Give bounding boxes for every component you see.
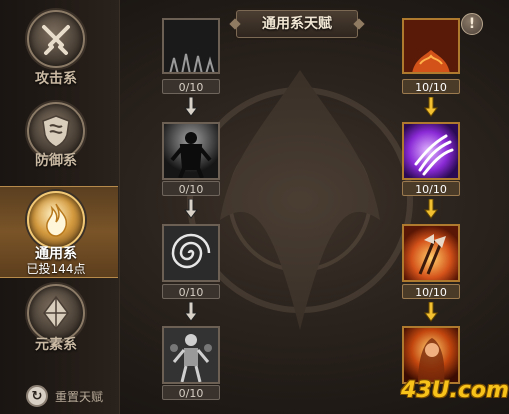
- talent-node-left-1[interactable]: [162, 18, 220, 74]
- talent-points-left-2: 0/10: [162, 181, 220, 196]
- category-label: 元素系: [35, 337, 77, 353]
- site-watermark: 43U.com: [401, 378, 509, 403]
- title-banner: 通用系天赋: [236, 10, 358, 38]
- category-label: 攻击系: [35, 71, 77, 87]
- talent-points-left-4: 0/10: [162, 385, 220, 400]
- background-ornament: [187, 70, 413, 330]
- arrow-down-icon: [184, 97, 198, 117]
- reset-label: 重置天赋: [55, 389, 104, 404]
- arrow-down-icon: [184, 302, 198, 322]
- talent-points-right-3: 10/10: [402, 284, 460, 299]
- talent-node-right-4[interactable]: [402, 326, 460, 384]
- talent-node-left-4[interactable]: [162, 326, 220, 384]
- purple-claw-icon: [404, 124, 458, 178]
- arrow-down-icon: [424, 199, 438, 219]
- talent-node-right-2[interactable]: [402, 122, 460, 180]
- reset-talents-button[interactable]: ↻ 重置天赋: [26, 384, 103, 408]
- talent-category-sidebar: 攻击系 防御系 通用系 已投144点 元素系 ↻ 重置天赋: [0, 0, 120, 414]
- talent-node-left-3[interactable]: [162, 224, 220, 282]
- talent-node-right-3[interactable]: [402, 224, 460, 282]
- talent-points-left-3: 0/10: [162, 284, 220, 299]
- talent-points-right-1: 10/10: [402, 79, 460, 94]
- shadow-figure-icon: [164, 124, 218, 178]
- crossed-swords-icon: [27, 10, 85, 68]
- category-attack[interactable]: 攻击系: [0, 8, 118, 100]
- category-label: 防御系: [35, 153, 77, 169]
- arrow-down-icon: [184, 199, 198, 219]
- invested-points-text: 已投144点: [26, 262, 86, 276]
- reset-icon: ↻: [26, 385, 48, 407]
- talent-node-right-1[interactable]: [402, 18, 460, 74]
- arrow-down-icon: [424, 97, 438, 117]
- category-defense[interactable]: 防御系: [0, 100, 118, 192]
- page-title: 通用系天赋: [262, 16, 332, 32]
- flame-icon: [27, 191, 85, 249]
- info-button[interactable]: !: [461, 13, 483, 35]
- talent-node-left-2[interactable]: [162, 122, 220, 180]
- vortex-icon: [164, 226, 218, 280]
- talent-points-right-2: 10/10: [402, 181, 460, 196]
- talent-screen: 攻击系 防御系 通用系 已投144点 元素系 ↻ 重置天赋 通用系天赋 ! 0/…: [0, 0, 509, 414]
- skeleton-warriors-icon: [164, 328, 218, 382]
- arrow-down-icon: [424, 302, 438, 322]
- category-element[interactable]: 元素系: [0, 282, 118, 374]
- dark-cave-icon: [164, 20, 218, 72]
- fire-hero-icon: [404, 328, 458, 382]
- fire-axe-icon: [404, 226, 458, 280]
- fire-demon-icon: [404, 20, 458, 72]
- category-general[interactable]: 通用系 已投144点: [0, 186, 118, 278]
- talent-points-left-1: 0/10: [162, 79, 220, 94]
